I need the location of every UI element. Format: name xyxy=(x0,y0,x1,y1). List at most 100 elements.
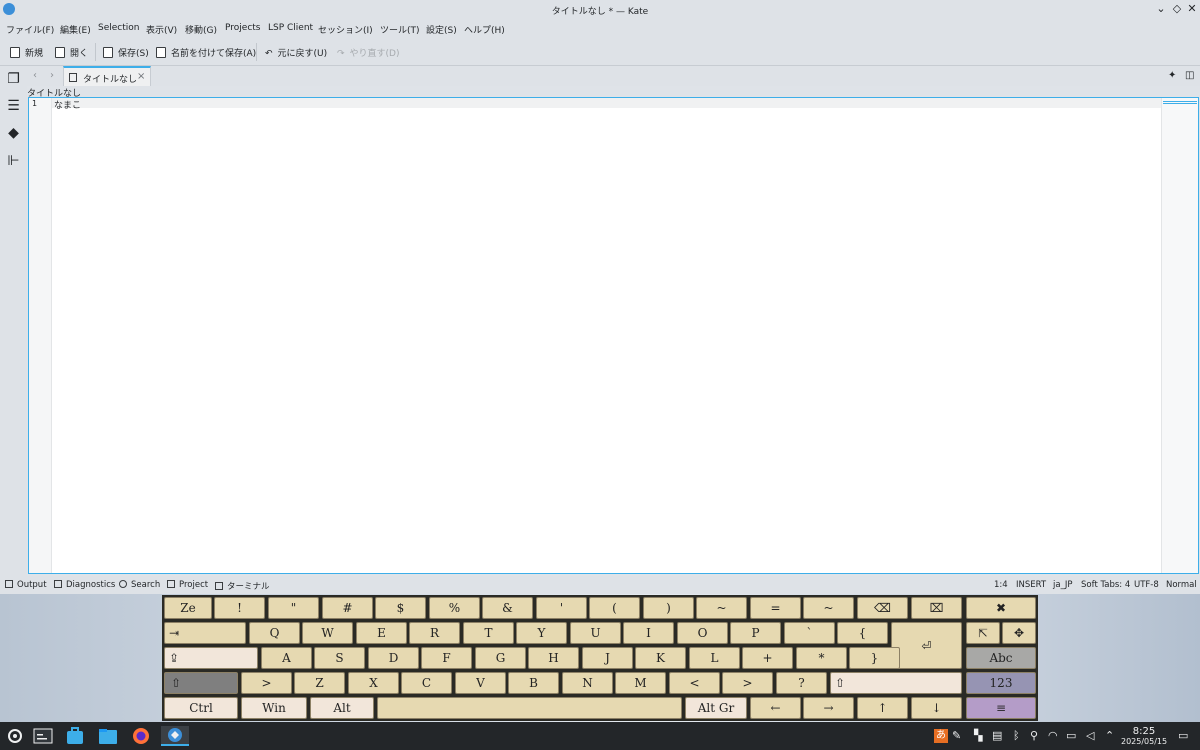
tools-icon[interactable]: ✎ xyxy=(952,729,961,742)
key-delete[interactable]: ⌧ xyxy=(911,597,962,619)
project-tree-icon[interactable]: ⊩ xyxy=(6,154,21,169)
key-move-keyboard[interactable]: ✥ xyxy=(1002,622,1036,644)
key-s[interactable]: S xyxy=(314,647,365,669)
key-k[interactable]: K xyxy=(635,647,686,669)
key-arrow-left[interactable]: ← xyxy=(750,697,801,719)
key-caps-lock[interactable]: ⇪ xyxy=(164,647,258,669)
key-alt-gr[interactable]: Alt Gr xyxy=(685,697,747,719)
key-menu[interactable]: ≡ xyxy=(966,697,1036,719)
key-less-than[interactable]: < xyxy=(669,672,720,694)
tab-close-icon[interactable]: × xyxy=(137,71,145,82)
redo-button[interactable]: ↷ やり直す(D) xyxy=(337,46,400,59)
key-w[interactable]: W xyxy=(302,622,353,644)
terminal-tool-button[interactable]: ターミナル xyxy=(215,580,270,592)
key-g[interactable]: G xyxy=(475,647,526,669)
chevron-up-icon[interactable]: ⌃ xyxy=(1105,729,1114,742)
key-arrow-right[interactable]: → xyxy=(803,697,854,719)
menu-help[interactable]: ヘルプ(H) xyxy=(464,23,505,36)
key-left-paren[interactable]: ( xyxy=(589,597,640,619)
key-left-brace[interactable]: { xyxy=(837,622,888,644)
pin-icon[interactable]: ✦ xyxy=(1168,70,1176,81)
key-z[interactable]: Z xyxy=(294,672,345,694)
key-pointer-mode[interactable]: ⇱ xyxy=(966,622,1000,644)
open-button[interactable]: 開く xyxy=(55,46,88,59)
key-123-layout[interactable]: 123 xyxy=(966,672,1036,694)
editor-line-text[interactable]: なまこ xyxy=(54,98,81,111)
key-c[interactable]: C xyxy=(401,672,452,694)
key-apostrophe[interactable]: ' xyxy=(536,597,587,619)
key-exclamation[interactable]: ! xyxy=(214,597,265,619)
key-y[interactable]: Y xyxy=(516,622,567,644)
documents-icon[interactable]: ❐ xyxy=(6,72,21,87)
symbols-icon[interactable]: ☰ xyxy=(6,99,21,114)
key-x[interactable]: X xyxy=(348,672,399,694)
key-close-keyboard[interactable]: ✖ xyxy=(966,597,1036,619)
key-backtick[interactable]: ` xyxy=(784,622,835,644)
key-hash[interactable]: # xyxy=(322,597,373,619)
key-arrow-down[interactable]: ↓ xyxy=(911,697,962,719)
menu-settings[interactable]: 設定(S) xyxy=(426,23,457,36)
key-f[interactable]: F xyxy=(421,647,472,669)
key-ampersand[interactable]: & xyxy=(482,597,533,619)
menu-lsp-client[interactable]: LSP Client xyxy=(268,23,313,33)
encoding[interactable]: UTF-8 xyxy=(1134,580,1159,590)
key-t[interactable]: T xyxy=(463,622,514,644)
wifi-icon[interactable]: ◠ xyxy=(1048,729,1058,742)
menu-go[interactable]: 移動(G) xyxy=(185,23,217,36)
key-arrow-up[interactable]: ↑ xyxy=(857,697,908,719)
key-equals[interactable]: = xyxy=(750,597,801,619)
bluetooth-icon[interactable]: ᛒ xyxy=(1013,729,1020,742)
undo-button[interactable]: ↶ 元に戻す(U) xyxy=(265,46,327,59)
output-tool-button[interactable]: Output xyxy=(5,580,47,590)
menu-projects[interactable]: Projects xyxy=(225,23,260,33)
launcher-icon[interactable] xyxy=(4,726,26,746)
key-tilde-2[interactable]: ~ xyxy=(803,597,854,619)
split-view-icon[interactable]: ◫ xyxy=(1185,70,1194,81)
key-a[interactable]: A xyxy=(261,647,312,669)
key-enter[interactable]: ⏎ xyxy=(891,622,962,669)
key-d[interactable]: D xyxy=(368,647,419,669)
key-tab[interactable]: ⇥ xyxy=(164,622,246,644)
firefox-icon[interactable] xyxy=(130,726,152,746)
key-double-quote[interactable]: " xyxy=(268,597,319,619)
key-m[interactable]: M xyxy=(615,672,666,694)
key-shift-right[interactable]: ⇧ xyxy=(830,672,962,694)
key-right-paren[interactable]: ) xyxy=(643,597,694,619)
key-ctrl[interactable]: Ctrl xyxy=(164,697,238,719)
battery-icon[interactable]: ▭ xyxy=(1066,729,1076,742)
volume-icon[interactable]: ◁ xyxy=(1086,729,1094,742)
key-e[interactable]: E xyxy=(356,622,407,644)
close-window-button[interactable]: ✕ xyxy=(1185,2,1199,16)
cursor-position[interactable]: 1:4 xyxy=(994,580,1008,590)
dictionary-language[interactable]: ja_JP xyxy=(1053,580,1072,590)
key-right-brace[interactable]: } xyxy=(849,647,900,669)
input-mode[interactable]: Normal xyxy=(1166,580,1197,590)
key-alt[interactable]: Alt xyxy=(310,697,374,719)
apps-grid-icon[interactable]: ▚ xyxy=(974,729,982,742)
key-tilde[interactable]: ~ xyxy=(696,597,747,619)
minimap-viewport[interactable] xyxy=(1163,101,1197,104)
minimize-button[interactable]: ⌄ xyxy=(1154,2,1168,16)
terminal-icon[interactable] xyxy=(32,726,54,746)
git-icon[interactable]: ◆ xyxy=(6,126,21,141)
key-plus[interactable]: + xyxy=(742,647,793,669)
diagnostics-tool-button[interactable]: Diagnostics xyxy=(54,580,115,590)
show-desktop-icon[interactable]: ▭ xyxy=(1178,729,1188,742)
key-r[interactable]: R xyxy=(409,622,460,644)
kate-taskbar-button[interactable] xyxy=(161,726,189,746)
key-greater-than[interactable]: > xyxy=(241,672,292,694)
key-b[interactable]: B xyxy=(508,672,559,694)
tab-untitled[interactable]: タイトルなし × xyxy=(63,66,151,86)
key-space[interactable] xyxy=(377,697,682,719)
files-icon[interactable] xyxy=(97,726,119,746)
edit-mode[interactable]: INSERT xyxy=(1016,580,1046,590)
key-win[interactable]: Win xyxy=(241,697,307,719)
key-l[interactable]: L xyxy=(689,647,740,669)
menu-selection[interactable]: Selection xyxy=(98,23,139,33)
key-backspace[interactable]: ⌫ xyxy=(857,597,908,619)
editor-area[interactable]: 1 なまこ xyxy=(28,97,1199,574)
project-tool-button[interactable]: Project xyxy=(167,580,208,590)
key-q[interactable]: Q xyxy=(249,622,300,644)
key-ze[interactable]: Ze xyxy=(164,597,212,619)
clipboard-icon[interactable]: ▤ xyxy=(992,729,1002,742)
